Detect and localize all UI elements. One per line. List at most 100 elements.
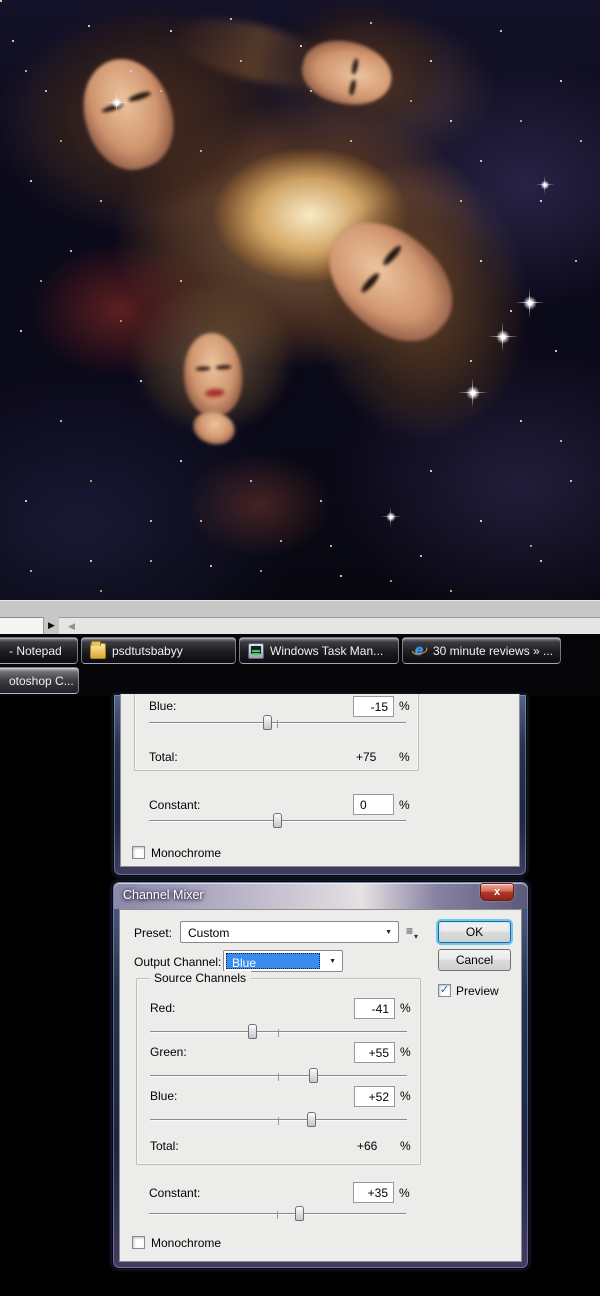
blue-label: Blue: [150, 1089, 178, 1103]
internet-explorer-icon: e [411, 642, 427, 659]
eye [351, 58, 360, 75]
preset-dropdown[interactable]: Custom ▼ [180, 921, 399, 943]
slider-center-tick [278, 1029, 279, 1037]
source-channels-groupbox: Source Channels Red: -41 % Green: +55 % [136, 971, 421, 1165]
sparkle-star [515, 288, 545, 318]
ok-button[interactable]: OK [438, 921, 511, 943]
slider-thumb[interactable] [263, 715, 272, 730]
monochrome-checkbox[interactable] [132, 846, 145, 859]
eye [215, 364, 232, 371]
percent-sign: % [400, 1089, 411, 1103]
green-value-field[interactable]: +55 [354, 1042, 395, 1063]
slider-thumb[interactable] [295, 1206, 304, 1221]
eye [128, 90, 152, 103]
percent-sign: % [399, 1186, 410, 1200]
output-channel-selected: Blue [226, 953, 320, 970]
monochrome-label: Monochrome [151, 1236, 222, 1250]
constant-value-field[interactable]: 0 [353, 794, 394, 815]
slider-center-tick [278, 1117, 279, 1125]
preset-options-icon[interactable]: ≡ [406, 925, 418, 942]
windows-taskbar: - Notepad psdtutsbabyy Windows Task Man.… [0, 634, 600, 696]
checkmark-icon: ✓ [439, 984, 450, 996]
taskbar-button-task-manager[interactable]: Windows Task Man... [239, 637, 399, 664]
folder-icon [90, 640, 106, 659]
slider-center-tick [277, 720, 278, 728]
starfield-gold [0, 0, 2, 2]
slider-center-tick [277, 1211, 278, 1219]
percent-sign: % [399, 699, 410, 713]
slider-thumb[interactable] [309, 1068, 318, 1083]
taskbar-button-label: 30 minute reviews » ... [433, 643, 554, 658]
monochrome-checkbox[interactable] [132, 1236, 145, 1249]
taskbar-button-psdtutsbabyy[interactable]: psdtutsbabyy [81, 637, 236, 664]
blue-slider[interactable] [149, 715, 406, 731]
sparkle-star [105, 91, 129, 115]
blue-value-field[interactable]: +52 [354, 1086, 395, 1107]
taskbar-button-internet-explorer[interactable]: e 30 minute reviews » ... [402, 637, 561, 664]
percent-sign: % [400, 1001, 411, 1015]
constant-value-field[interactable]: +35 [353, 1182, 394, 1203]
eye [195, 366, 211, 372]
total-label: Total: [150, 1139, 179, 1153]
status-field [0, 617, 44, 634]
document-window-statusbar: ▶ ◀ [0, 600, 600, 634]
sparkle-star [488, 322, 518, 352]
task-manager-icon [248, 642, 264, 659]
preview-label: Preview [456, 984, 499, 998]
scroll-left-arrow-icon[interactable]: ◀ [64, 618, 79, 635]
constant-slider[interactable] [149, 813, 406, 829]
eye [380, 243, 403, 267]
eye [348, 79, 357, 96]
slider-thumb[interactable] [273, 813, 282, 828]
green-label: Green: [150, 1045, 187, 1059]
red-slider[interactable] [150, 1024, 407, 1040]
cancel-button[interactable]: Cancel [438, 949, 511, 971]
taskbar-button-photoshop[interactable]: otoshop C... [0, 667, 79, 694]
photoshop-canvas-artwork [0, 0, 600, 600]
total-value: +75 [356, 750, 377, 764]
percent-sign: % [400, 1045, 411, 1059]
channel-mixer-dialog-partial: Blue: -15 % Total: +75 % Constant: 0 % M… [113, 694, 527, 876]
taskbar-button-label: otoshop C... [9, 673, 74, 688]
blue-value-field[interactable]: -15 [353, 696, 394, 717]
sparkle-star [458, 378, 488, 408]
slider-thumb[interactable] [307, 1112, 316, 1127]
horizontal-scrollbar[interactable]: ◀ [59, 617, 600, 634]
total-label: Total: [149, 750, 178, 764]
screenshot-root: ▶ ◀ - Notepad psdtutsbabyy Windows Task … [0, 0, 600, 1296]
red-value-field[interactable]: -41 [354, 998, 395, 1019]
preset-label: Preset: [134, 926, 173, 940]
taskbar-button-notepad[interactable]: - Notepad [0, 637, 78, 664]
slider-thumb[interactable] [248, 1024, 257, 1039]
channel-mixer-dialog: Channel Mixer x Preset: Custom ▼ ≡ OK Ou… [112, 881, 529, 1269]
percent-sign: % [400, 1139, 411, 1153]
slider-center-tick [278, 1073, 279, 1081]
constant-slider[interactable] [149, 1206, 406, 1222]
preset-value: Custom [188, 926, 230, 940]
total-value: +66 [357, 1139, 378, 1153]
percent-sign: % [399, 798, 410, 812]
constant-label: Constant: [149, 798, 201, 812]
percent-sign: % [399, 750, 410, 764]
output-channel-dropdown[interactable]: Blue ▼ [223, 950, 343, 972]
source-channels-legend: Source Channels [149, 971, 252, 985]
preview-checkbox[interactable]: ✓ [438, 984, 451, 997]
close-icon[interactable]: x [480, 883, 514, 901]
blue-slider[interactable] [150, 1112, 407, 1128]
status-flyout-arrow-icon[interactable]: ▶ [44, 617, 59, 634]
green-slider[interactable] [150, 1068, 407, 1084]
eye [359, 271, 382, 295]
taskbar-button-label: psdtutsbabyy [112, 643, 183, 658]
taskbar-button-label: - Notepad [9, 643, 62, 658]
taskbar-button-label: Windows Task Man... [270, 643, 384, 658]
dialog-title: Channel Mixer [123, 888, 204, 902]
dialog-content: Preset: Custom ▼ ≡ OK Output Channel: Bl… [119, 909, 522, 1262]
constant-label: Constant: [149, 1186, 201, 1200]
chevron-down-icon: ▼ [329, 958, 336, 965]
red-label: Red: [150, 1001, 176, 1015]
lips [204, 388, 225, 398]
sparkle-star [380, 506, 402, 528]
dialog-content: Blue: -15 % Total: +75 % Constant: 0 % M… [120, 694, 520, 867]
monochrome-label: Monochrome [151, 846, 222, 860]
output-channel-label: Output Channel: [134, 955, 222, 969]
